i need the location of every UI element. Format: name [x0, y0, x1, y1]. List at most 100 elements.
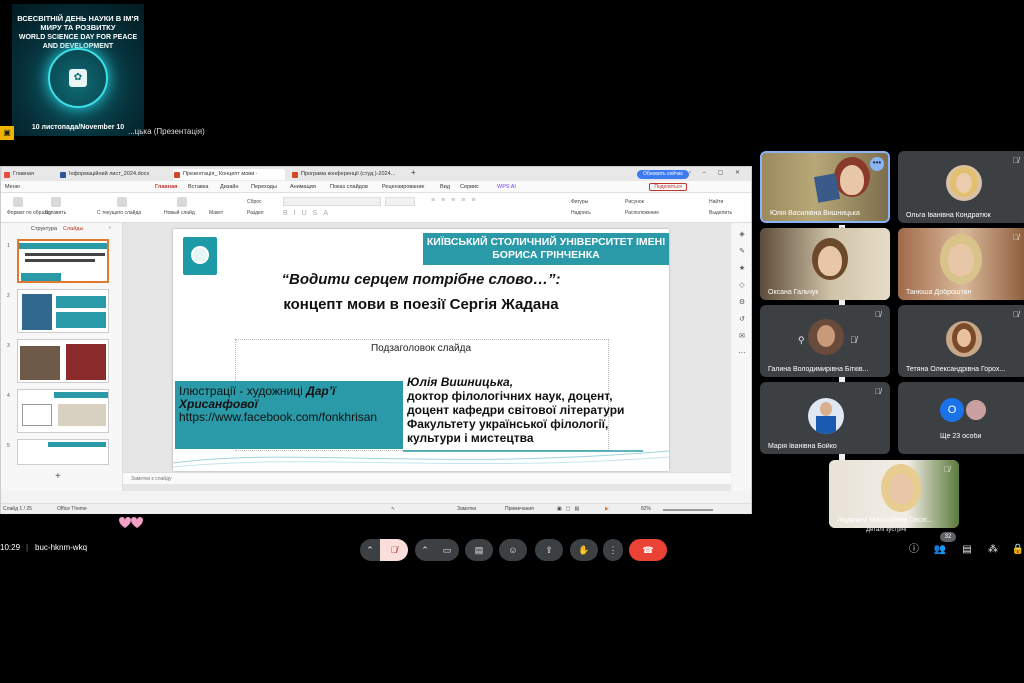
- comment-icon[interactable]: ✉: [733, 332, 751, 342]
- panel-tabs: Структура Слайды ‹: [1, 223, 122, 235]
- more-icon[interactable]: ⋯: [733, 349, 751, 359]
- settings-icon[interactable]: ⚙: [733, 298, 751, 308]
- menu-item[interactable]: Переходы: [251, 184, 277, 190]
- paragraph-buttons[interactable]: ≡≡≡≡≡: [431, 197, 551, 206]
- mic-toggle-button[interactable]: 🎙̸: [380, 539, 408, 561]
- text-format-buttons[interactable]: BIUSA: [283, 210, 413, 219]
- doc-tab-icon: [60, 172, 66, 178]
- arrange-button[interactable]: Расположение: [625, 210, 659, 216]
- shape-icon[interactable]: ◇: [733, 281, 751, 291]
- properties-icon[interactable]: ◈: [733, 230, 751, 240]
- caption-button[interactable]: Надпись: [571, 210, 591, 216]
- slide-thumbnail[interactable]: 5: [7, 439, 113, 465]
- menu-item[interactable]: Рецензирование: [382, 184, 424, 190]
- font-family-select[interactable]: [283, 197, 381, 206]
- emoji-button[interactable]: ☺: [499, 539, 527, 561]
- separator: |: [26, 543, 29, 552]
- menu-item[interactable]: Сервис: [460, 184, 479, 190]
- slide-counter: Слайд 1 / 25: [3, 506, 32, 512]
- university-logo: [183, 237, 217, 275]
- menu-item[interactable]: Вставка: [188, 184, 208, 190]
- mute-participant-icon[interactable]: 🎙̸: [850, 335, 857, 345]
- play-icon[interactable]: [117, 197, 127, 207]
- share-button[interactable]: Поделиться: [649, 183, 687, 191]
- meet-window: ВСЕСВІТНІЙ ДЕНЬ НАУКИ В ІМ'Я МИРУ ТА РОЗ…: [0, 0, 1024, 683]
- new-slide-icon[interactable]: [177, 197, 187, 207]
- collapse-icon[interactable]: ‹: [109, 225, 111, 231]
- captions-button[interactable]: ▤: [465, 539, 493, 561]
- heart-reaction-icon: [119, 517, 143, 528]
- figures-button[interactable]: Фигуры: [571, 199, 588, 205]
- more-participants-tile[interactable]: О Ще 23 особи: [898, 382, 1024, 454]
- tab-home[interactable]: Главная: [3, 169, 55, 180]
- participant-tile[interactable]: Оксана Гальчук: [760, 228, 890, 300]
- more-options-icon[interactable]: •••: [870, 157, 884, 171]
- new-slide-button[interactable]: Новый слайд: [164, 210, 195, 216]
- tab-program[interactable]: Програма конференції (студ.)-2024...: [291, 169, 403, 180]
- participant-tile[interactable]: 🎙̸ Ольга Іванівна Кондратюк: [898, 151, 1024, 223]
- slide-thumbnail[interactable]: 2: [7, 289, 113, 333]
- add-slide-button[interactable]: +: [55, 471, 61, 482]
- select-button[interactable]: Выделить: [709, 210, 732, 216]
- presenting-bar: ▣ ...цька (Презентація): [0, 126, 1024, 140]
- zoom-slider[interactable]: [663, 509, 713, 511]
- design-icon[interactable]: ✎: [733, 247, 751, 257]
- menu-item[interactable]: Анимация: [290, 184, 316, 190]
- participant-tile[interactable]: 🎙̸ Танюша Доброштан: [898, 228, 1024, 300]
- format-painter-icon[interactable]: [13, 197, 23, 207]
- comments-toggle[interactable]: Примечания: [505, 506, 534, 512]
- from-current-slide-button[interactable]: С текущего слайда: [97, 210, 141, 216]
- people-icon[interactable]: 👥: [932, 542, 948, 558]
- new-tab-button[interactable]: +: [411, 168, 416, 177]
- current-slide[interactable]: КИЇВСЬКИЙ СТОЛИЧНИЙ УНІВЕРСИТЕТ ІМЕНІ БО…: [173, 229, 669, 471]
- paste-label[interactable]: Вставить: [45, 210, 66, 216]
- slide-thumbnail[interactable]: 1: [7, 239, 113, 283]
- meeting-code: buc-hknm-wkq: [35, 543, 88, 552]
- font-size-select[interactable]: [385, 197, 415, 206]
- slides-tab[interactable]: Слайды: [63, 226, 83, 232]
- slide-thumbnail[interactable]: 3: [7, 339, 113, 383]
- participant-tile[interactable]: 🎙̸ ⚲ 🎙̸ Галина Володимирівна Бітків...: [760, 305, 890, 377]
- window-controls[interactable]: ▫ – ▢ ✕: [689, 169, 745, 176]
- menu-item[interactable]: Дизайн: [220, 184, 239, 190]
- raise-hand-button[interactable]: ✋: [570, 539, 598, 561]
- leave-call-button[interactable]: ☎: [629, 539, 667, 561]
- menu-item-wps-ai[interactable]: WPS AI: [497, 184, 516, 190]
- camera-options-button[interactable]: ⌃: [415, 539, 435, 561]
- more-options-button[interactable]: ⋮: [603, 539, 623, 561]
- paste-icon[interactable]: [51, 197, 61, 207]
- menu-item[interactable]: Показ слайдов: [330, 184, 368, 190]
- participant-tile[interactable]: 🎙̸ Марія Іванівна Бойко: [760, 382, 890, 454]
- reset-button[interactable]: Сброс: [247, 199, 262, 205]
- self-view-tile[interactable]: 🎙̸ Людмила Миколаївна Овсіє...: [829, 460, 959, 528]
- notes-field[interactable]: Заметки к слайду: [123, 472, 731, 484]
- find-button[interactable]: Найти: [709, 199, 723, 205]
- tab-presentation[interactable]: Презентація_ Концепт мови ·: [173, 169, 285, 180]
- chat-icon[interactable]: ▤: [959, 542, 975, 558]
- notes-toggle[interactable]: Заметки: [457, 506, 476, 512]
- layout-button[interactable]: Макет: [209, 210, 223, 216]
- history-icon[interactable]: ↺: [733, 315, 751, 325]
- participant-tile[interactable]: 🎙̸ Тетяна Олександрівна Горох...: [898, 305, 1024, 377]
- animation-icon[interactable]: ★: [733, 264, 751, 274]
- menu-item-active[interactable]: Главная: [155, 184, 177, 190]
- slide-thumbnail[interactable]: 4: [7, 389, 113, 433]
- pin-icon[interactable]: ⚲: [798, 335, 805, 346]
- tab-label: Інформаційний лист_2024.docx: [69, 171, 150, 177]
- meeting-info-icon[interactable]: ⓘ: [906, 542, 922, 558]
- menu-item[interactable]: Вид: [440, 184, 450, 190]
- camera-toggle-button[interactable]: ▭: [435, 539, 459, 561]
- host-controls-icon[interactable]: 🔒: [1010, 542, 1024, 558]
- mic-options-button[interactable]: ⌃: [360, 539, 380, 561]
- menu-item[interactable]: Меню: [5, 184, 20, 190]
- section-button[interactable]: Раздел: [247, 210, 264, 216]
- slideshow-button[interactable]: ▶: [605, 506, 609, 512]
- participant-tile[interactable]: ••• Юлія Василівна Вишницька: [760, 151, 890, 223]
- activities-icon[interactable]: ⁂: [985, 542, 1001, 558]
- tab-docx[interactable]: Інформаційний лист_2024.docx: [59, 169, 169, 180]
- view-mode-buttons[interactable]: ▣▢▤: [557, 506, 583, 512]
- update-now-button[interactable]: Обновить сейчас: [637, 170, 689, 179]
- structure-tab[interactable]: Структура: [31, 226, 57, 232]
- present-button[interactable]: ⇪: [535, 539, 563, 561]
- picture-button[interactable]: Рисунок: [625, 199, 644, 205]
